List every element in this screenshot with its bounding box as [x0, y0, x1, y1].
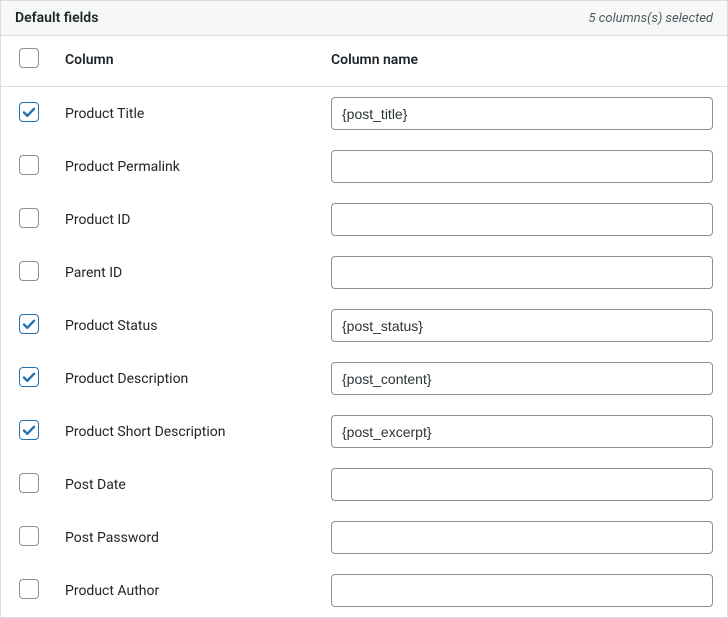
row-column-name-cell: [323, 140, 727, 193]
row-column-label: Product ID: [57, 193, 323, 246]
column-name-input[interactable]: [331, 150, 713, 183]
row-column-name-cell: [323, 405, 727, 458]
column-name-input[interactable]: [331, 521, 713, 554]
row-column-name-cell: [323, 511, 727, 564]
table-row: Product Author: [1, 564, 727, 617]
row-checkbox[interactable]: [19, 473, 39, 493]
columns-selected-status: 5 columns(s) selected: [589, 11, 713, 26]
row-check-cell: [1, 511, 57, 564]
row-check-cell: [1, 87, 57, 141]
row-checkbox[interactable]: [19, 208, 39, 228]
row-checkbox[interactable]: [19, 420, 39, 440]
row-check-cell: [1, 458, 57, 511]
fields-table: Column Column name Product TitleProduct …: [1, 36, 727, 617]
row-check-cell: [1, 352, 57, 405]
default-fields-panel: Default fields 5 columns(s) selected Col…: [0, 0, 728, 618]
row-check-cell: [1, 193, 57, 246]
panel-header: Default fields 5 columns(s) selected: [1, 0, 727, 36]
table-row: Parent ID: [1, 246, 727, 299]
row-checkbox[interactable]: [19, 314, 39, 334]
row-column-name-cell: [323, 87, 727, 141]
column-name-input[interactable]: [331, 97, 713, 130]
row-column-label: Post Date: [57, 458, 323, 511]
column-name-input[interactable]: [331, 203, 713, 236]
column-name-input[interactable]: [331, 415, 713, 448]
row-checkbox[interactable]: [19, 579, 39, 599]
row-checkbox[interactable]: [19, 102, 39, 122]
row-column-name-cell: [323, 193, 727, 246]
row-column-name-cell: [323, 299, 727, 352]
table-row: Product Short Description: [1, 405, 727, 458]
row-column-label: Post Password: [57, 511, 323, 564]
column-name-input[interactable]: [331, 362, 713, 395]
row-column-label: Product Description: [57, 352, 323, 405]
header-select-all-cell: [1, 36, 57, 87]
row-checkbox[interactable]: [19, 261, 39, 281]
column-name-input[interactable]: [331, 256, 713, 289]
row-check-cell: [1, 564, 57, 617]
select-all-checkbox[interactable]: [19, 48, 39, 68]
row-column-label: Parent ID: [57, 246, 323, 299]
row-column-label: Product Status: [57, 299, 323, 352]
table-row: Post Password: [1, 511, 727, 564]
row-checkbox[interactable]: [19, 526, 39, 546]
table-row: Product Title: [1, 87, 727, 141]
column-name-input[interactable]: [331, 468, 713, 501]
header-column: Column: [57, 36, 323, 87]
table-row: Product Permalink: [1, 140, 727, 193]
table-header-row: Column Column name: [1, 36, 727, 87]
column-name-input[interactable]: [331, 574, 713, 607]
header-column-name: Column name: [323, 36, 727, 87]
row-check-cell: [1, 140, 57, 193]
table-row: Product Description: [1, 352, 727, 405]
row-check-cell: [1, 299, 57, 352]
panel-title: Default fields: [15, 10, 98, 26]
row-column-label: Product Title: [57, 87, 323, 141]
row-check-cell: [1, 246, 57, 299]
row-column-name-cell: [323, 458, 727, 511]
row-check-cell: [1, 405, 57, 458]
table-row: Product ID: [1, 193, 727, 246]
table-row: Product Status: [1, 299, 727, 352]
table-row: Post Date: [1, 458, 727, 511]
row-checkbox[interactable]: [19, 367, 39, 387]
column-name-input[interactable]: [331, 309, 713, 342]
row-checkbox[interactable]: [19, 155, 39, 175]
row-column-name-cell: [323, 564, 727, 617]
row-column-name-cell: [323, 352, 727, 405]
row-column-label: Product Author: [57, 564, 323, 617]
row-column-label: Product Short Description: [57, 405, 323, 458]
row-column-name-cell: [323, 246, 727, 299]
row-column-label: Product Permalink: [57, 140, 323, 193]
